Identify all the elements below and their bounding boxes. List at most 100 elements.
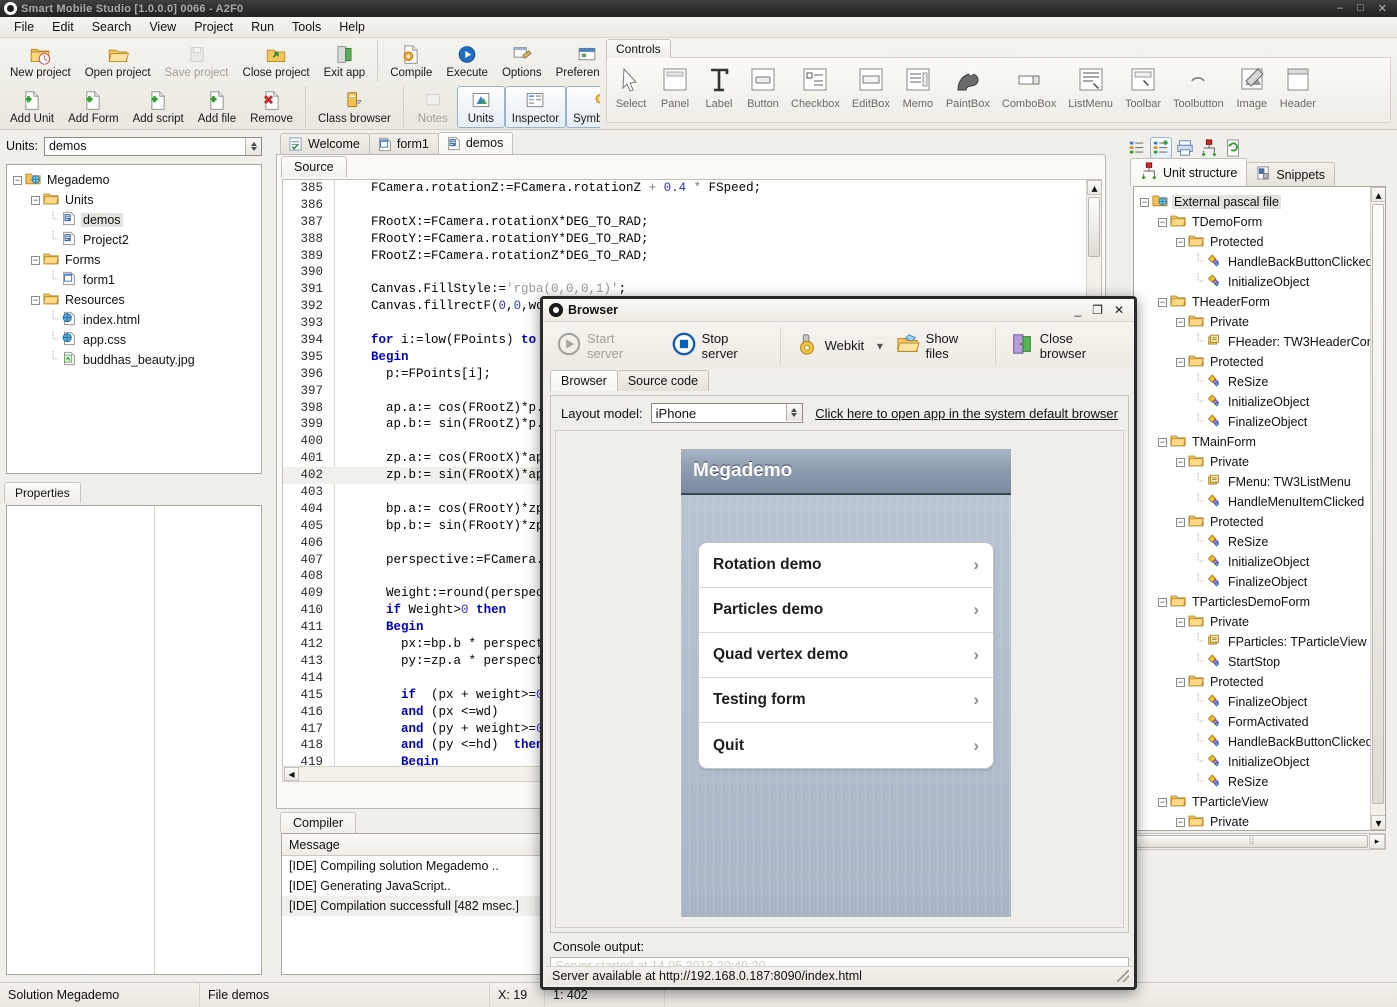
options-button[interactable]: Options <box>495 40 549 82</box>
menu-file[interactable]: File <box>6 18 42 36</box>
execute-button[interactable]: Execute <box>439 40 495 82</box>
tree-expander[interactable]: − <box>1176 618 1185 627</box>
structure-hscroll-thumb[interactable]: ⁞⁞ <box>1135 835 1368 848</box>
minimize-button[interactable]: – <box>1337 2 1343 15</box>
resize-grip[interactable] <box>1117 970 1129 982</box>
structure-hscroll-right-arrow[interactable]: ▸ <box>1369 834 1385 849</box>
unit-structure-node[interactable]: FinalizeObject <box>1140 412 1385 432</box>
unit-structure-node[interactable]: −Private <box>1140 612 1385 632</box>
unit-structure-node[interactable]: FMenu: TW3ListMenu <box>1140 472 1385 492</box>
list-menu-item[interactable]: Rotation demo› <box>699 543 993 588</box>
project-tree-node[interactable]: buddhas_beauty.jpg <box>13 350 261 370</box>
unit-structure-node[interactable]: InitializeObject <box>1140 272 1385 292</box>
header-palette-button[interactable]: Header <box>1274 61 1322 121</box>
stop-server-button[interactable]: Stop server <box>662 327 776 365</box>
tree-expander[interactable]: − <box>1158 298 1167 307</box>
structure-scroll-thumb[interactable] <box>1372 204 1384 804</box>
project-tree-node[interactable]: −Forms <box>13 250 261 270</box>
unit-structure-node[interactable]: −Protected <box>1140 352 1385 372</box>
tree-expander[interactable]: − <box>31 296 40 305</box>
tab-controls[interactable]: Controls <box>606 39 671 58</box>
tree-expander[interactable]: − <box>1158 438 1167 447</box>
close-project-button[interactable]: Close project <box>236 40 317 82</box>
dialog-tab-source-code[interactable]: Source code <box>617 370 709 391</box>
menu-edit[interactable]: Edit <box>44 18 82 36</box>
unit-structure-node[interactable]: −TParticlesDemoForm <box>1140 592 1385 612</box>
unit-structure-node[interactable]: HandleBackButtonClicked <box>1140 252 1385 272</box>
unit-structure-node[interactable]: InitializeObject <box>1140 552 1385 572</box>
properties-grid[interactable] <box>6 505 262 975</box>
project-tree-node[interactable]: −Units <box>13 190 261 210</box>
compile-button[interactable]: Compile <box>383 40 439 82</box>
refresh-icon[interactable] <box>1222 137 1244 159</box>
add-unit-button[interactable]: Add Unit <box>3 86 61 128</box>
layout-model-combo[interactable]: iPhone <box>651 403 803 423</box>
print-icon[interactable] <box>1174 137 1196 159</box>
editbox-palette-button[interactable]: EditBox <box>846 61 896 121</box>
toolbar-palette-button[interactable]: Toolbar <box>1119 61 1167 121</box>
dialog-tab-browser[interactable]: Browser <box>550 370 618 391</box>
unit-structure-node[interactable]: FParticles: TParticleView <box>1140 632 1385 652</box>
vertical-scroll-thumb[interactable] <box>1088 197 1100 257</box>
code-line[interactable]: 389 FRootZ:=FCamera.rotationZ*DEG_TO_RAD… <box>283 248 1101 265</box>
label-palette-button[interactable]: Label <box>697 61 741 121</box>
unit-structure-panel[interactable]: −External pascal file−TDemoForm−Protecte… <box>1133 186 1386 831</box>
dialog-maximize-button[interactable]: ❐ <box>1092 303 1103 317</box>
project-tree-node[interactable]: form1 <box>13 270 261 290</box>
tree-expander[interactable]: − <box>1176 818 1185 827</box>
code-line[interactable]: 385 FCamera.rotationZ:=FCamera.rotationZ… <box>283 180 1101 197</box>
tree-expander[interactable]: − <box>1176 318 1185 327</box>
tab-source[interactable]: Source <box>281 156 347 178</box>
add-script-button[interactable]: Add script <box>126 86 191 128</box>
unit-structure-node[interactable]: −Protected <box>1140 672 1385 692</box>
button-palette-button[interactable]: Button <box>741 61 785 121</box>
close-button[interactable]: ✕ <box>1378 2 1387 15</box>
tree-expander[interactable]: − <box>1158 798 1167 807</box>
combobox-palette-button[interactable]: ComboBox <box>996 61 1062 121</box>
unit-structure-node[interactable]: −Private <box>1140 312 1385 332</box>
tree-expander[interactable]: − <box>1176 518 1185 527</box>
new-project-button[interactable]: New project <box>3 40 78 82</box>
listmenu-palette-button[interactable]: ListMenu <box>1062 61 1119 121</box>
editor-tab-form1[interactable]: form1 <box>369 133 439 154</box>
tree-expander[interactable]: − <box>1158 218 1167 227</box>
properties-column-divider[interactable] <box>154 506 155 974</box>
add-structure-icon[interactable] <box>1150 137 1172 159</box>
units-combo-arrows[interactable] <box>245 138 261 155</box>
memo-palette-button[interactable]: Memo <box>896 61 940 121</box>
layout-model-arrows[interactable] <box>786 404 802 421</box>
maximize-button[interactable]: □ <box>1357 2 1364 15</box>
editor-tab-welcome[interactable]: Welcome <box>280 133 370 154</box>
scroll-up-arrow[interactable]: ▴ <box>1087 180 1102 195</box>
menu-view[interactable]: View <box>141 18 184 36</box>
paintbox-palette-button[interactable]: PaintBox <box>940 61 996 121</box>
image-palette-button[interactable]: Image <box>1230 61 1274 121</box>
tree-expander[interactable]: − <box>1176 238 1185 247</box>
tree-expander[interactable]: − <box>31 256 40 265</box>
unit-structure-node[interactable]: ReSize <box>1140 372 1385 392</box>
menu-help[interactable]: Help <box>331 18 373 36</box>
tab-snippets[interactable]: Snippets <box>1246 162 1335 186</box>
select-palette-button[interactable]: Select <box>609 61 653 121</box>
units-combo[interactable]: demos <box>44 137 262 156</box>
units-button[interactable]: Units <box>457 86 505 128</box>
class-browser-button[interactable]: Class browser <box>311 86 398 128</box>
menu-project[interactable]: Project <box>186 18 241 36</box>
add-form-button[interactable]: Add Form <box>61 86 126 128</box>
unit-structure-node[interactable]: FinalizeObject <box>1140 692 1385 712</box>
menu-tools[interactable]: Tools <box>284 18 329 36</box>
tree-expander[interactable]: − <box>1176 358 1185 367</box>
inspector-button[interactable]: Inspector <box>505 86 566 128</box>
structure-horizontal-scrollbar[interactable]: ⁞⁞ ▸ <box>1133 833 1386 850</box>
unit-structure-node[interactable]: −TDemoForm <box>1140 212 1385 232</box>
tab-compiler[interactable]: Compiler <box>280 812 356 833</box>
structure-list-icon[interactable] <box>1126 137 1148 159</box>
tree-expander[interactable]: − <box>1140 198 1149 207</box>
list-menu-item[interactable]: Testing form› <box>699 678 993 723</box>
open-in-default-browser-link[interactable]: Click here to open app in the system def… <box>815 406 1118 421</box>
structure-scroll-down-arrow[interactable]: ▾ <box>1371 815 1386 830</box>
unit-structure-node[interactable]: ReSize <box>1140 772 1385 792</box>
unit-structure-node[interactable]: −Protected <box>1140 512 1385 532</box>
webkit-button[interactable]: Webkit <box>785 327 875 365</box>
project-tree-node[interactable]: demos <box>13 210 261 230</box>
